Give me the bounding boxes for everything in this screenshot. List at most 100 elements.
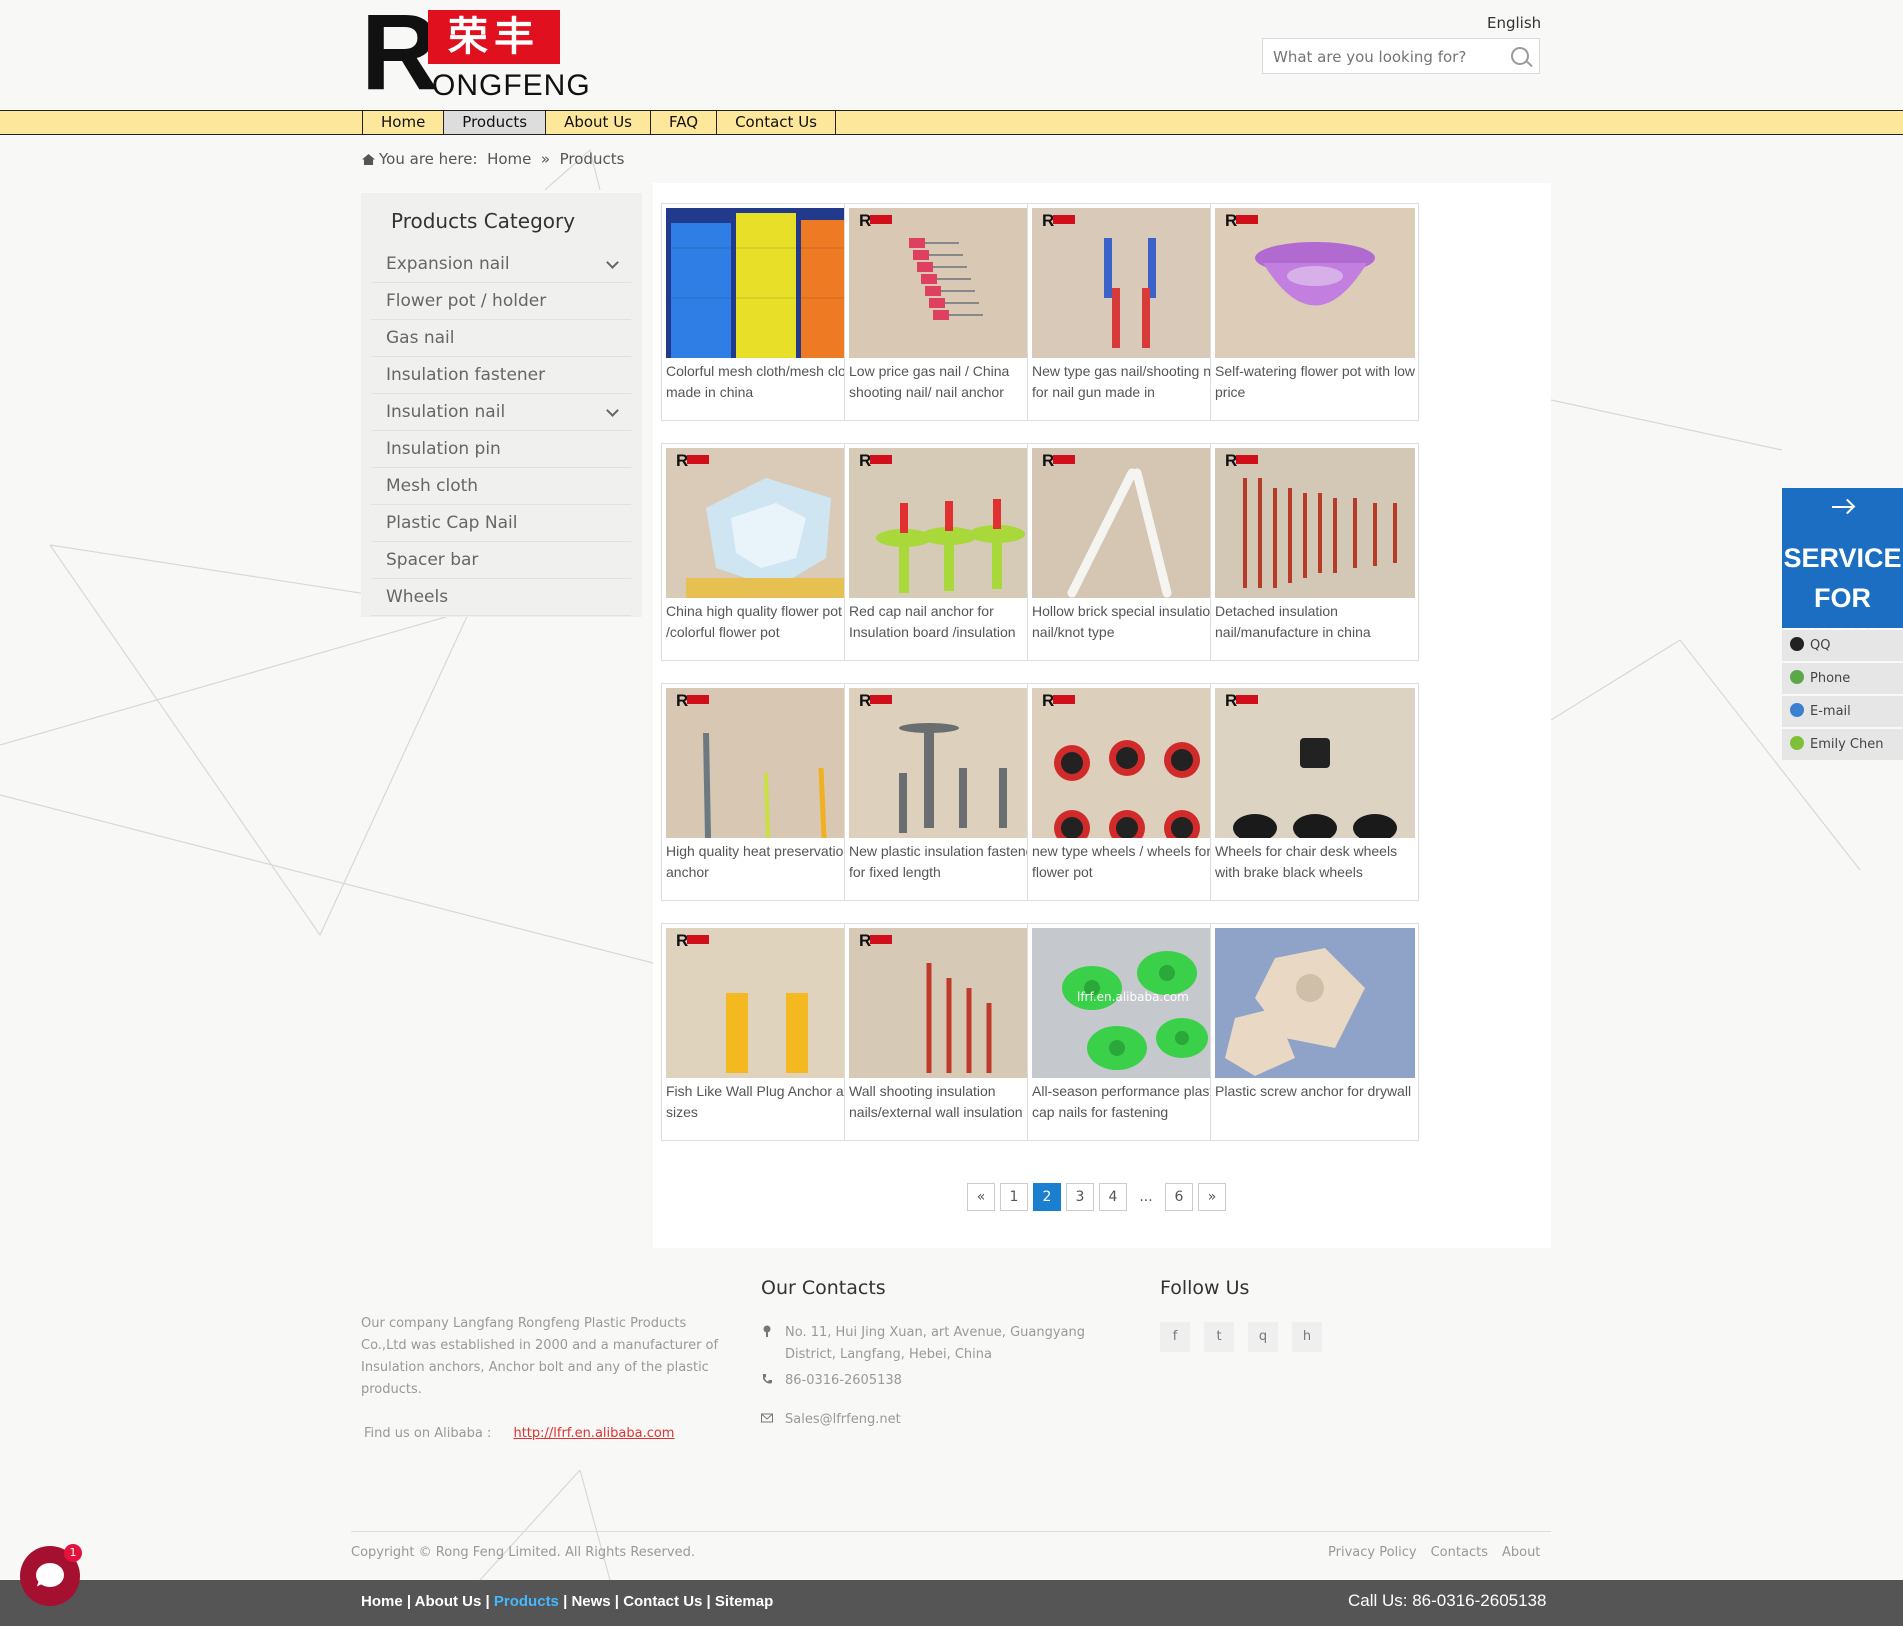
product-title[interactable]: New plastic insulation fasteners for fix… bbox=[849, 841, 1049, 883]
bottom-link-contact[interactable]: Contact Us bbox=[623, 1593, 702, 1610]
product-image[interactable]: R bbox=[666, 688, 866, 838]
twitter-icon[interactable]: t bbox=[1204, 1322, 1234, 1352]
product-card[interactable]: R Wheels for chair desk wheels with brak… bbox=[1210, 683, 1419, 901]
breadcrumb-home[interactable]: Home bbox=[487, 150, 531, 168]
product-image[interactable]: R bbox=[849, 448, 1049, 598]
category-item[interactable]: Plastic Cap Nail bbox=[371, 505, 631, 542]
page-button[interactable]: 1 bbox=[1000, 1183, 1028, 1211]
facebook-icon[interactable]: f bbox=[1160, 1322, 1190, 1352]
bottom-link-sitemap[interactable]: Sitemap bbox=[715, 1593, 773, 1610]
search-input[interactable] bbox=[1271, 47, 1505, 67]
product-title[interactable]: Low price gas nail / China shooting nail… bbox=[849, 361, 1049, 403]
product-title[interactable]: Detached insulation nail/manufacture in … bbox=[1215, 601, 1415, 643]
product-title[interactable]: Colorful mesh cloth/mesh cloth made in c… bbox=[666, 361, 866, 403]
breadcrumb-current[interactable]: Products bbox=[560, 150, 625, 168]
product-card[interactable]: R Fish Like Wall Plug Anchor all sizes bbox=[661, 923, 870, 1141]
product-card[interactable]: R New type gas nail/shooting nail for na… bbox=[1027, 203, 1236, 421]
product-image[interactable]: R bbox=[1032, 208, 1232, 358]
category-item[interactable]: Insulation nail bbox=[371, 394, 631, 431]
product-title[interactable]: New type gas nail/shooting nail for nail… bbox=[1032, 361, 1232, 403]
category-item[interactable]: Wheels bbox=[371, 579, 631, 616]
bottom-link-products[interactable]: Products bbox=[494, 1593, 559, 1610]
service-email[interactable]: E-mail bbox=[1782, 696, 1903, 727]
product-title[interactable]: Hollow brick special insulation nail/kno… bbox=[1032, 601, 1232, 643]
product-title[interactable]: Wheels for chair desk wheels with brake … bbox=[1215, 841, 1415, 883]
product-image[interactable]: lfrf.en.alibaba.com bbox=[1032, 928, 1232, 1078]
product-image[interactable]: R bbox=[1215, 208, 1415, 358]
chevron-down-icon[interactable] bbox=[606, 256, 619, 269]
product-card[interactable]: R Wall shooting insulation nails/externa… bbox=[844, 923, 1053, 1141]
page-next[interactable]: » bbox=[1198, 1183, 1226, 1211]
nav-home[interactable]: Home bbox=[363, 111, 445, 134]
service-qq[interactable]: QQ bbox=[1782, 630, 1903, 661]
qq-icon[interactable]: q bbox=[1248, 1322, 1278, 1352]
search-box[interactable] bbox=[1262, 38, 1540, 74]
bottom-link-home[interactable]: Home bbox=[361, 1593, 403, 1610]
privacy-policy-link[interactable]: Privacy Policy bbox=[1328, 1545, 1417, 1560]
nav-products[interactable]: Products bbox=[444, 111, 547, 134]
category-item[interactable]: Spacer bar bbox=[371, 542, 631, 579]
product-image[interactable]: R bbox=[849, 928, 1049, 1078]
page-button[interactable]: 4 bbox=[1099, 1183, 1127, 1211]
category-item[interactable]: Insulation fastener bbox=[371, 357, 631, 394]
product-card[interactable]: R High quality heat preservation anchor bbox=[661, 683, 870, 901]
product-card[interactable]: Plastic screw anchor for drywall bbox=[1210, 923, 1419, 1141]
chat-launcher-button[interactable]: 1 bbox=[20, 1544, 82, 1606]
product-title[interactable]: Wall shooting insulation nails/external … bbox=[849, 1081, 1049, 1123]
product-image[interactable]: R bbox=[1215, 688, 1415, 838]
product-card[interactable]: R China high quality flower pot /colorfu… bbox=[661, 443, 870, 661]
product-title[interactable]: Plastic screw anchor for drywall bbox=[1215, 1081, 1415, 1102]
bottom-link-about[interactable]: About Us bbox=[415, 1593, 482, 1610]
about-link[interactable]: About bbox=[1502, 1545, 1540, 1560]
product-card[interactable]: R Low price gas nail / China shooting na… bbox=[844, 203, 1053, 421]
product-image[interactable] bbox=[666, 208, 866, 358]
page-button[interactable]: 3 bbox=[1066, 1183, 1094, 1211]
product-card[interactable]: R Hollow brick special insulation nail/k… bbox=[1027, 443, 1236, 661]
product-title[interactable]: new type wheels / wheels for flower pot bbox=[1032, 841, 1232, 883]
nav-about-us[interactable]: About Us bbox=[546, 111, 651, 134]
product-title[interactable]: Red cap nail anchor for Insulation board… bbox=[849, 601, 1049, 643]
product-image[interactable]: R bbox=[666, 928, 866, 1078]
category-item[interactable]: Expansion nail bbox=[371, 246, 631, 283]
contacts-link[interactable]: Contacts bbox=[1431, 1545, 1488, 1560]
page-prev[interactable]: « bbox=[967, 1183, 995, 1211]
category-item[interactable]: Mesh cloth bbox=[371, 468, 631, 505]
product-card[interactable]: lfrf.en.alibaba.com All-season performan… bbox=[1027, 923, 1236, 1141]
product-title[interactable]: All-season performance plastic cap nails… bbox=[1032, 1081, 1232, 1123]
language-selector[interactable]: English bbox=[1487, 14, 1541, 32]
category-item[interactable]: Gas nail bbox=[371, 320, 631, 357]
product-card[interactable]: Colorful mesh cloth/mesh cloth made in c… bbox=[661, 203, 870, 421]
product-image[interactable]: R bbox=[849, 688, 1049, 838]
product-card[interactable]: R Self-watering flower pot with low pric… bbox=[1210, 203, 1419, 421]
category-item[interactable]: Insulation pin bbox=[371, 431, 631, 468]
product-title[interactable]: High quality heat preservation anchor bbox=[666, 841, 866, 883]
product-card[interactable]: R new type wheels / wheels for flower po… bbox=[1027, 683, 1236, 901]
email-text[interactable]: Sales@lfrfeng.net bbox=[785, 1409, 901, 1431]
home-icon[interactable]: h bbox=[1292, 1322, 1322, 1352]
product-card[interactable]: R New plastic insulation fasteners for f… bbox=[844, 683, 1053, 901]
alibaba-link[interactable]: http://lfrf.en.alibaba.com bbox=[513, 1426, 674, 1441]
product-image[interactable] bbox=[1215, 928, 1415, 1078]
page-button-current[interactable]: 2 bbox=[1033, 1183, 1061, 1211]
product-card[interactable]: R Red cap nail anchor for Insulation boa… bbox=[844, 443, 1053, 661]
service-header[interactable]: SERVICE FOR YOU! bbox=[1782, 488, 1903, 653]
chevron-down-icon[interactable] bbox=[606, 404, 619, 417]
service-phone[interactable]: Phone bbox=[1782, 663, 1903, 694]
category-item[interactable]: Flower pot / holder bbox=[371, 283, 631, 320]
product-image[interactable]: R bbox=[849, 208, 1049, 358]
nav-contact-us[interactable]: Contact Us bbox=[717, 111, 836, 134]
product-title[interactable]: Self-watering flower pot with low price bbox=[1215, 361, 1415, 403]
site-logo[interactable]: R 荣丰 ONGFENG bbox=[361, 0, 590, 106]
page-button[interactable]: 6 bbox=[1165, 1183, 1193, 1211]
nav-faq[interactable]: FAQ bbox=[651, 111, 718, 134]
product-title[interactable]: China high quality flower pot /colorful … bbox=[666, 601, 866, 643]
product-image[interactable]: R bbox=[1215, 448, 1415, 598]
product-card[interactable]: R Detached insulation nail/manufacture i… bbox=[1210, 443, 1419, 661]
product-image[interactable]: R bbox=[1032, 448, 1232, 598]
product-image[interactable]: R bbox=[666, 448, 866, 598]
bottom-link-news[interactable]: News bbox=[571, 1593, 610, 1610]
product-title[interactable]: Fish Like Wall Plug Anchor all sizes bbox=[666, 1081, 866, 1123]
arrow-right-icon[interactable] bbox=[1832, 506, 1852, 508]
search-icon[interactable] bbox=[1511, 47, 1529, 65]
service-chat[interactable]: Emily Chen bbox=[1782, 729, 1903, 760]
